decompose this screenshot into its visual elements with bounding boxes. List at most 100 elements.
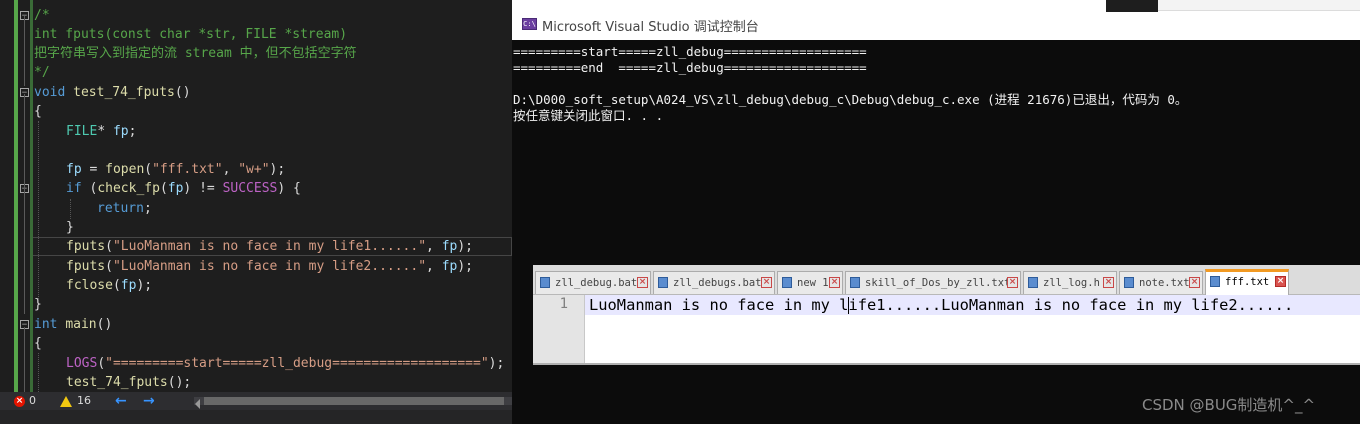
code-line[interactable]: int main() − (0, 315, 512, 334)
code-area[interactable]: /*− int fputs(const char *str, FILE *stre… (0, 0, 512, 392)
code-line[interactable]: FILE* fp; (0, 122, 512, 141)
code-line[interactable]: fclose(fp); (0, 276, 512, 295)
line-number: 1 (559, 296, 568, 312)
code-token: = (81, 162, 106, 177)
code-token: (); (167, 375, 192, 390)
close-tab-icon[interactable]: × (1103, 277, 1114, 288)
fold-guide-line (24, 16, 25, 86)
code-line[interactable]: } (0, 218, 512, 237)
scroll-left-icon[interactable] (195, 399, 200, 409)
code-token: ; (143, 201, 152, 216)
file-tab[interactable]: zll_debugs.bat × (653, 271, 775, 294)
code-line[interactable]: /*− (0, 6, 512, 25)
code-line[interactable]: test_74_fputs(); (0, 373, 512, 392)
file-content-line[interactable]: LuoManman is no face in my life1......Lu… (589, 296, 1293, 314)
code-token: 把字符串写入到指定的流 stream 中，但不包括空字符 (34, 46, 357, 61)
file-saved-icon (658, 277, 668, 288)
code-token: ( (105, 239, 113, 254)
code-line-text: if (check_fp(fp) != SUCCESS) { (66, 179, 301, 198)
code-token: check_fp (97, 181, 160, 196)
code-line[interactable] (0, 141, 512, 160)
code-line[interactable]: LOGS("=========start=====zll_debug======… (0, 354, 512, 373)
code-token: test_74_fputs (73, 85, 175, 100)
close-tab-icon[interactable]: × (1007, 277, 1018, 288)
file-tab[interactable]: fff.txt × (1205, 269, 1289, 295)
code-token: */ (34, 65, 50, 80)
close-tab-icon[interactable]: × (1275, 276, 1286, 287)
code-token: fp (441, 259, 458, 274)
code-token: fp (112, 124, 129, 139)
file-tab[interactable]: zll_debug.bat × (535, 271, 651, 294)
code-token: fclose (66, 278, 113, 293)
file-tab[interactable]: note.txt × (1119, 271, 1203, 294)
console-app-icon: C:\ (522, 18, 537, 30)
console-line: 按任意键关闭此窗口. . . (513, 108, 664, 123)
horizontal-scrollbar[interactable] (194, 397, 512, 409)
code-line-text: FILE* fp; (66, 122, 136, 141)
code-token: { (34, 104, 42, 119)
warning-count[interactable]: 16 (60, 392, 91, 410)
code-line[interactable]: { (0, 334, 512, 353)
close-tab-icon[interactable]: × (829, 277, 840, 288)
file-saved-icon (1210, 276, 1220, 287)
file-saved-icon (782, 277, 792, 288)
code-token: fp (66, 162, 82, 177)
close-tab-icon[interactable]: × (761, 277, 772, 288)
code-token: /* (34, 8, 50, 23)
code-line[interactable]: if (check_fp(fp) != SUCCESS) {− (0, 179, 512, 198)
code-line-text: test_74_fputs(); (66, 373, 191, 392)
console-line: =========start=====zll_debug============… (513, 44, 867, 59)
background-window-strip (1106, 0, 1158, 12)
code-token: () (174, 85, 191, 100)
file-saved-icon (1124, 277, 1134, 288)
notepadpp-editor[interactable]: 1 LuoManman is no face in my life1......… (533, 295, 1360, 363)
code-line[interactable]: fputs("LuoManman is no face in my life2.… (0, 257, 512, 276)
fold-guide-line (24, 327, 25, 392)
code-token: "LuoManman is no face in my life1......" (112, 239, 427, 254)
code-line[interactable]: return; (0, 199, 512, 218)
code-token: } (66, 220, 74, 235)
close-tab-icon[interactable]: × (1189, 277, 1200, 288)
code-line[interactable]: 把字符串写入到指定的流 stream 中，但不包括空字符 (0, 44, 512, 63)
scrollbar-thumb[interactable] (204, 397, 504, 405)
code-line[interactable]: */ (0, 63, 512, 82)
navigate-back-icon[interactable]: ← (115, 392, 127, 410)
notepadpp-tab-bar: zll_debug.bat × zll_debugs.bat × new 1 × skill… (533, 265, 1360, 295)
file-tab[interactable]: new 1 × (777, 271, 843, 294)
code-token: ( (112, 278, 121, 293)
code-line[interactable]: fp = fopen("fff.txt", "w+"); (0, 160, 512, 179)
console-output[interactable]: =========start=====zll_debug============… (512, 44, 1360, 124)
vs-code-editor[interactable]: /*− int fputs(const char *str, FILE *stre… (0, 0, 512, 424)
file-tab[interactable]: zll_log.h × (1023, 271, 1117, 294)
window-bottom-border (533, 363, 1360, 365)
code-token: int (34, 317, 58, 332)
code-line-text: fclose(fp); (66, 276, 152, 295)
code-line[interactable]: } (0, 295, 512, 314)
code-token: fp (441, 239, 458, 254)
file-tab-label: skill_of_Dos_by_zll.txt (865, 277, 1011, 289)
code-line[interactable]: fputs("LuoManman is no face in my life1.… (0, 237, 512, 256)
code-line[interactable]: void test_74_fputs() − (0, 83, 512, 102)
code-line[interactable]: { (0, 102, 512, 121)
code-token: int fputs(const char *str, FILE *stream) (34, 27, 348, 42)
code-token: ; (128, 124, 137, 139)
code-token: main (65, 317, 97, 332)
file-tab-label: zll_log.h (1043, 277, 1100, 289)
code-token: ( (159, 181, 168, 196)
file-tab[interactable]: skill_of_Dos_by_zll.txt × (845, 271, 1021, 294)
indent-guide-line (38, 121, 39, 299)
csdn-watermark: CSDN @BUG制造机^_^ (1142, 396, 1316, 414)
indent-guide-line (38, 353, 39, 392)
code-line[interactable]: int fputs(const char *str, FILE *stream) (0, 25, 512, 44)
navigate-forward-icon[interactable]: → (143, 392, 155, 410)
error-count[interactable]: × 0 (14, 392, 36, 410)
code-token: ); (457, 239, 474, 254)
code-token: , (426, 259, 442, 274)
code-token: ( (97, 356, 106, 371)
warning-icon (60, 395, 72, 407)
notepadpp-window[interactable]: zll_debug.bat × zll_debugs.bat × new 1 × skill… (533, 265, 1360, 365)
close-tab-icon[interactable]: × (637, 277, 648, 288)
console-titlebar[interactable]: C:\ Microsoft Visual Studio 调试控制台 (512, 0, 1360, 40)
code-token: return (97, 201, 144, 216)
